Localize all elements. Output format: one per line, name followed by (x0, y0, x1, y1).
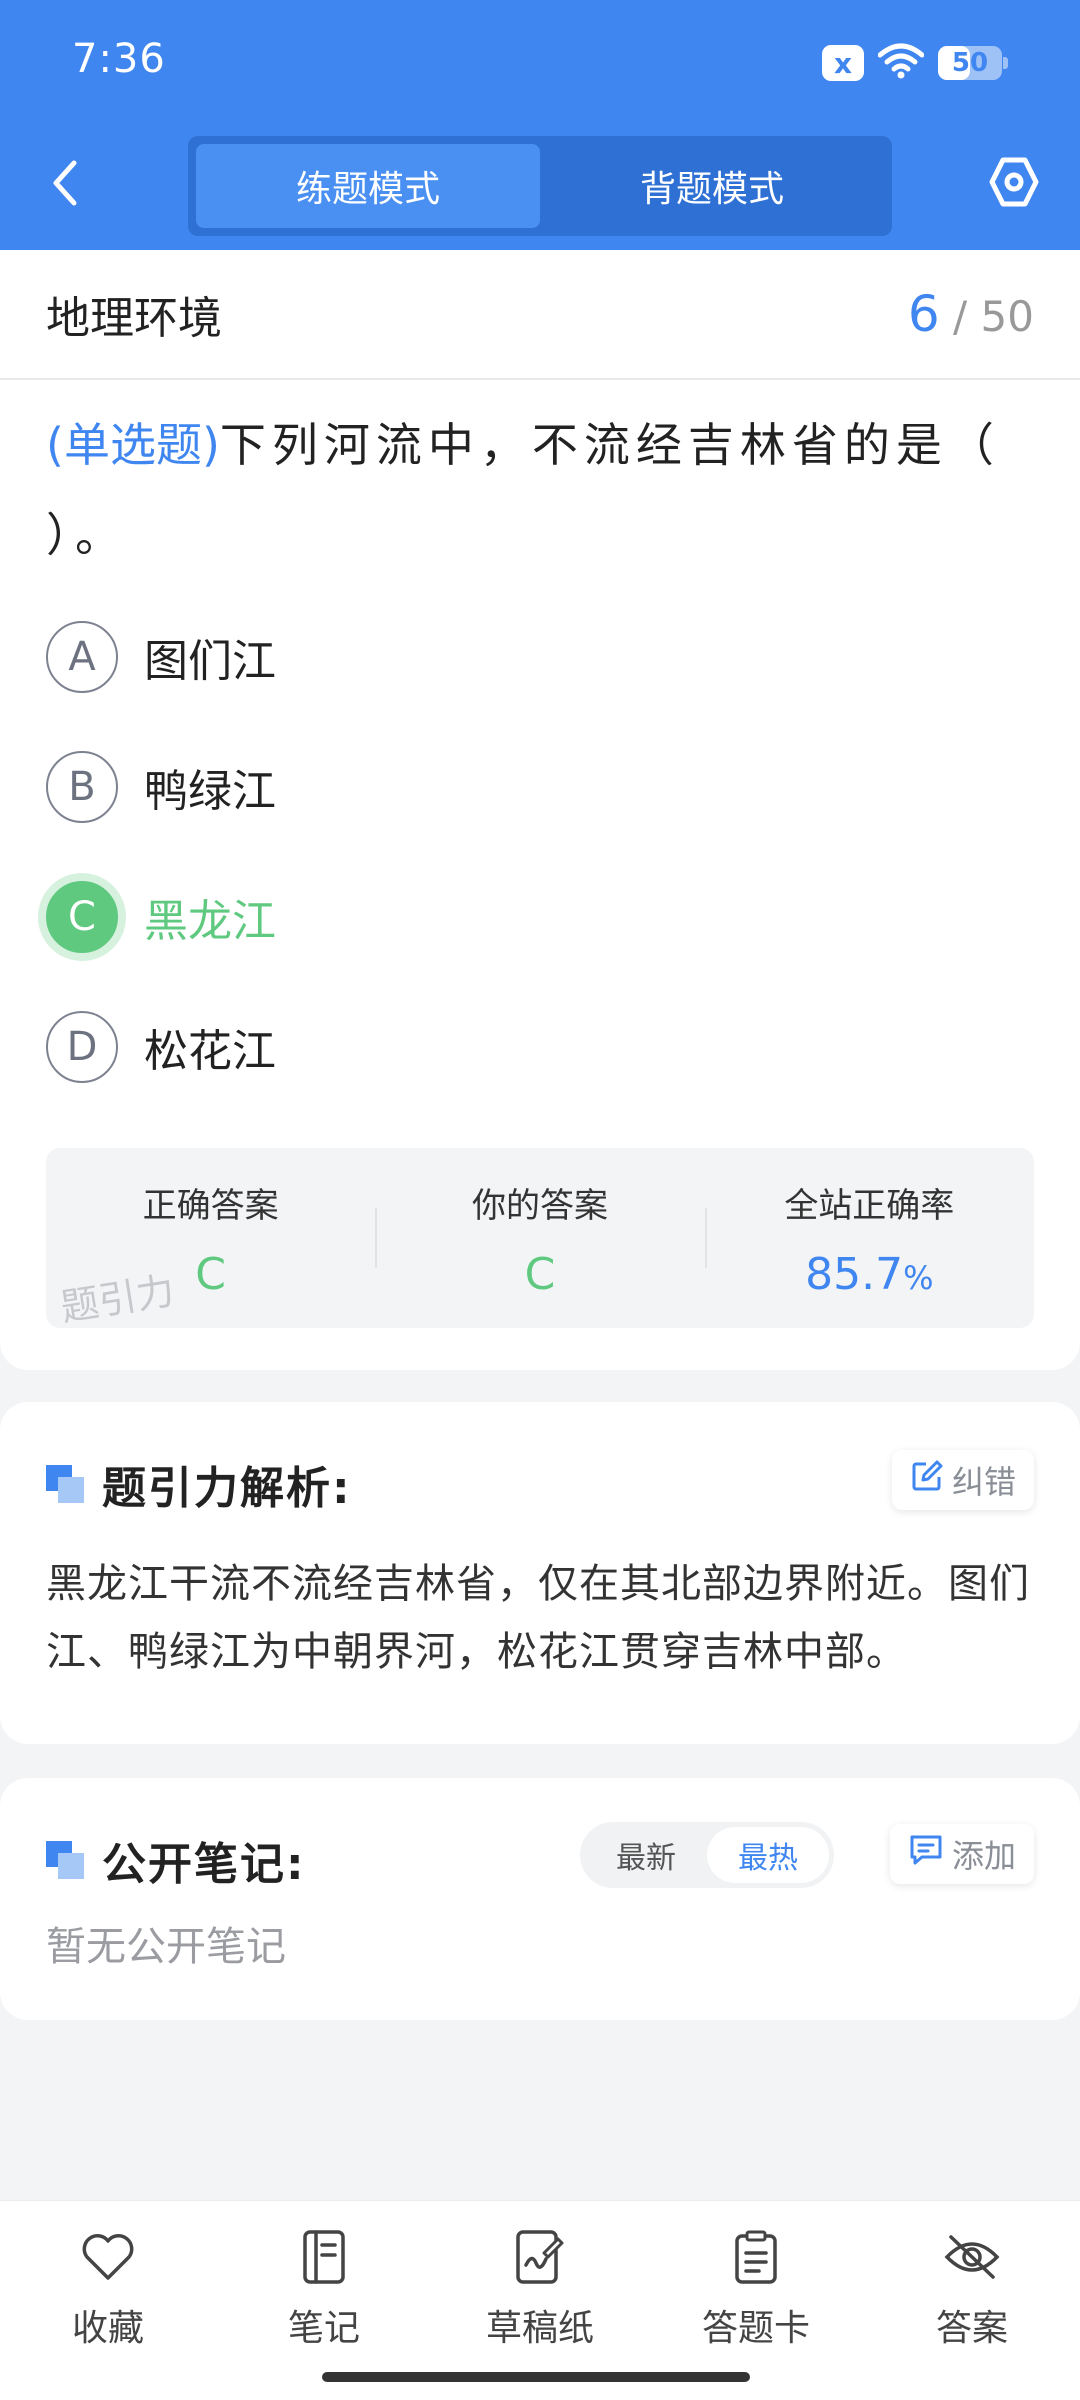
question-card: 地理环境 6 / 50 (单选题)下列河流中，不流经吉林省的是（ ）。 A 图们… (0, 250, 1080, 1370)
analysis-card: 题引力解析: 纠错 黑龙江干流不流经吉林省，仅在其北部边界附近。图们江、鸭绿江为… (0, 1402, 1080, 1744)
correct-answer-col: 正确答案 C 题引力 (46, 1148, 375, 1330)
notes-card: 公开笔记: 最新 最热 添加 暂无公开笔记 (0, 1778, 1080, 2020)
notes-header: 公开笔记: (46, 1828, 306, 1892)
report-error-button[interactable]: 纠错 (891, 1450, 1034, 1510)
accuracy-col: 全站正确率 85.7% (704, 1148, 1034, 1328)
accuracy-unit: % (903, 1259, 934, 1297)
mode-switch: 练题模式 背题模式 (188, 136, 892, 236)
option-c[interactable]: C 黑龙江 (46, 852, 1034, 982)
add-note-label: 添加 (951, 1837, 1016, 1875)
answer-summary: 正确答案 C 题引力 你的答案 C 全站正确率 85.7% (46, 1148, 1034, 1330)
option-text: 松花江 (144, 1026, 276, 1077)
report-error-label: 纠错 (951, 1463, 1016, 1501)
section-title: 地理环境 (46, 293, 222, 344)
edit-icon (910, 1459, 944, 1501)
home-indicator[interactable] (322, 2372, 750, 2382)
analysis-header: 题引力解析: (46, 1452, 352, 1516)
option-letter: B (46, 751, 118, 823)
option-letter: C (46, 881, 118, 953)
notes-title: 公开笔记: (102, 1839, 306, 1890)
accuracy-number: 85.7 (805, 1249, 904, 1300)
tab-latest[interactable]: 最新 (585, 1827, 707, 1883)
chevron-left-icon (50, 159, 80, 211)
section-squares-icon (46, 1465, 84, 1503)
status-icons: x 50 (822, 40, 1008, 86)
question-progress[interactable]: 6 / 50 (908, 285, 1034, 343)
settings-button[interactable] (982, 152, 1046, 216)
option-text: 鸭绿江 (144, 766, 276, 817)
scratch-paper-label: 草稿纸 (485, 2308, 594, 2349)
bottom-toolbar: 收藏 笔记 草稿纸 答题卡 答案 (0, 2200, 1080, 2400)
your-answer-label: 你的答案 (471, 1186, 608, 1226)
option-letter: D (46, 1011, 118, 1083)
back-button[interactable] (40, 155, 90, 215)
scratch-paper-button[interactable]: 草稿纸 (432, 2201, 648, 2400)
draft-icon (510, 2227, 570, 2287)
answer-sheet-label: 答题卡 (701, 2308, 810, 2349)
section-bar: 地理环境 6 / 50 (0, 250, 1080, 380)
accuracy-label: 全站正确率 (784, 1186, 955, 1226)
your-answer-col: 你的答案 C (375, 1148, 704, 1328)
watermark: 题引力 (57, 1268, 178, 1330)
accuracy-value: 85.7% (805, 1249, 933, 1300)
option-text: 黑龙江 (144, 896, 276, 947)
correct-answer-label: 正确答案 (142, 1186, 279, 1226)
favorite-label: 收藏 (71, 2308, 144, 2349)
tab-practice-mode[interactable]: 练题模式 (196, 144, 540, 228)
section-squares-icon (46, 1841, 84, 1879)
your-answer-value: C (524, 1249, 556, 1300)
progress-separator: / (953, 292, 968, 341)
status-time: 7:36 (72, 36, 166, 82)
tab-hottest[interactable]: 最热 (707, 1827, 829, 1883)
option-a[interactable]: A 图们江 (46, 592, 1034, 722)
comment-icon (908, 1833, 944, 1875)
progress-total: 50 (980, 292, 1034, 341)
option-letter: A (46, 621, 118, 693)
options-list: A 图们江 B 鸭绿江 C 黑龙江 D 松花江 (0, 592, 1080, 1112)
answer-sheet-button[interactable]: 答题卡 (648, 2201, 864, 2400)
progress-current: 6 (907, 285, 940, 343)
eye-off-icon (942, 2227, 1002, 2287)
analysis-text: 黑龙江干流不流经吉林省，仅在其北部边界附近。图们江、鸭绿江为中朝界河，松花江贯穿… (46, 1561, 1030, 1675)
add-note-button[interactable]: 添加 (889, 1824, 1034, 1884)
question-text: (单选题)下列河流中，不流经吉林省的是（ ）。 (0, 380, 1080, 580)
tab-memorize-mode[interactable]: 背题模式 (540, 144, 884, 228)
toggle-answer-label: 答案 (935, 2308, 1008, 2349)
battery-level: 50 (951, 48, 989, 78)
heart-icon (78, 2227, 138, 2287)
toggle-answer-button[interactable]: 答案 (864, 2201, 1080, 2400)
notes-label: 笔记 (287, 2308, 360, 2349)
status-bar: 7:36 x 50 (0, 0, 1080, 125)
notification-x-icon: x (822, 45, 864, 81)
top-header: 7:36 x 50 练题模式 背题模式 (0, 0, 1080, 250)
hexagon-settings-icon (988, 156, 1040, 212)
option-b[interactable]: B 鸭绿江 (46, 722, 1034, 852)
favorite-button[interactable]: 收藏 (0, 2201, 216, 2400)
option-text: 图们江 (144, 636, 276, 687)
clipboard-icon (726, 2227, 786, 2287)
notes-empty-text: 暂无公开笔记 (46, 1924, 286, 1970)
notebook-icon (294, 2227, 354, 2287)
question-type: (单选题) (46, 418, 220, 472)
option-d[interactable]: D 松花江 (46, 982, 1034, 1112)
analysis-title: 题引力解析: (102, 1463, 352, 1514)
wifi-icon (877, 43, 925, 83)
notes-button[interactable]: 笔记 (216, 2201, 432, 2400)
battery-icon: 50 (938, 46, 1008, 80)
notes-sort-tabs: 最新 最热 (580, 1822, 834, 1888)
correct-answer-value: C (195, 1249, 227, 1300)
